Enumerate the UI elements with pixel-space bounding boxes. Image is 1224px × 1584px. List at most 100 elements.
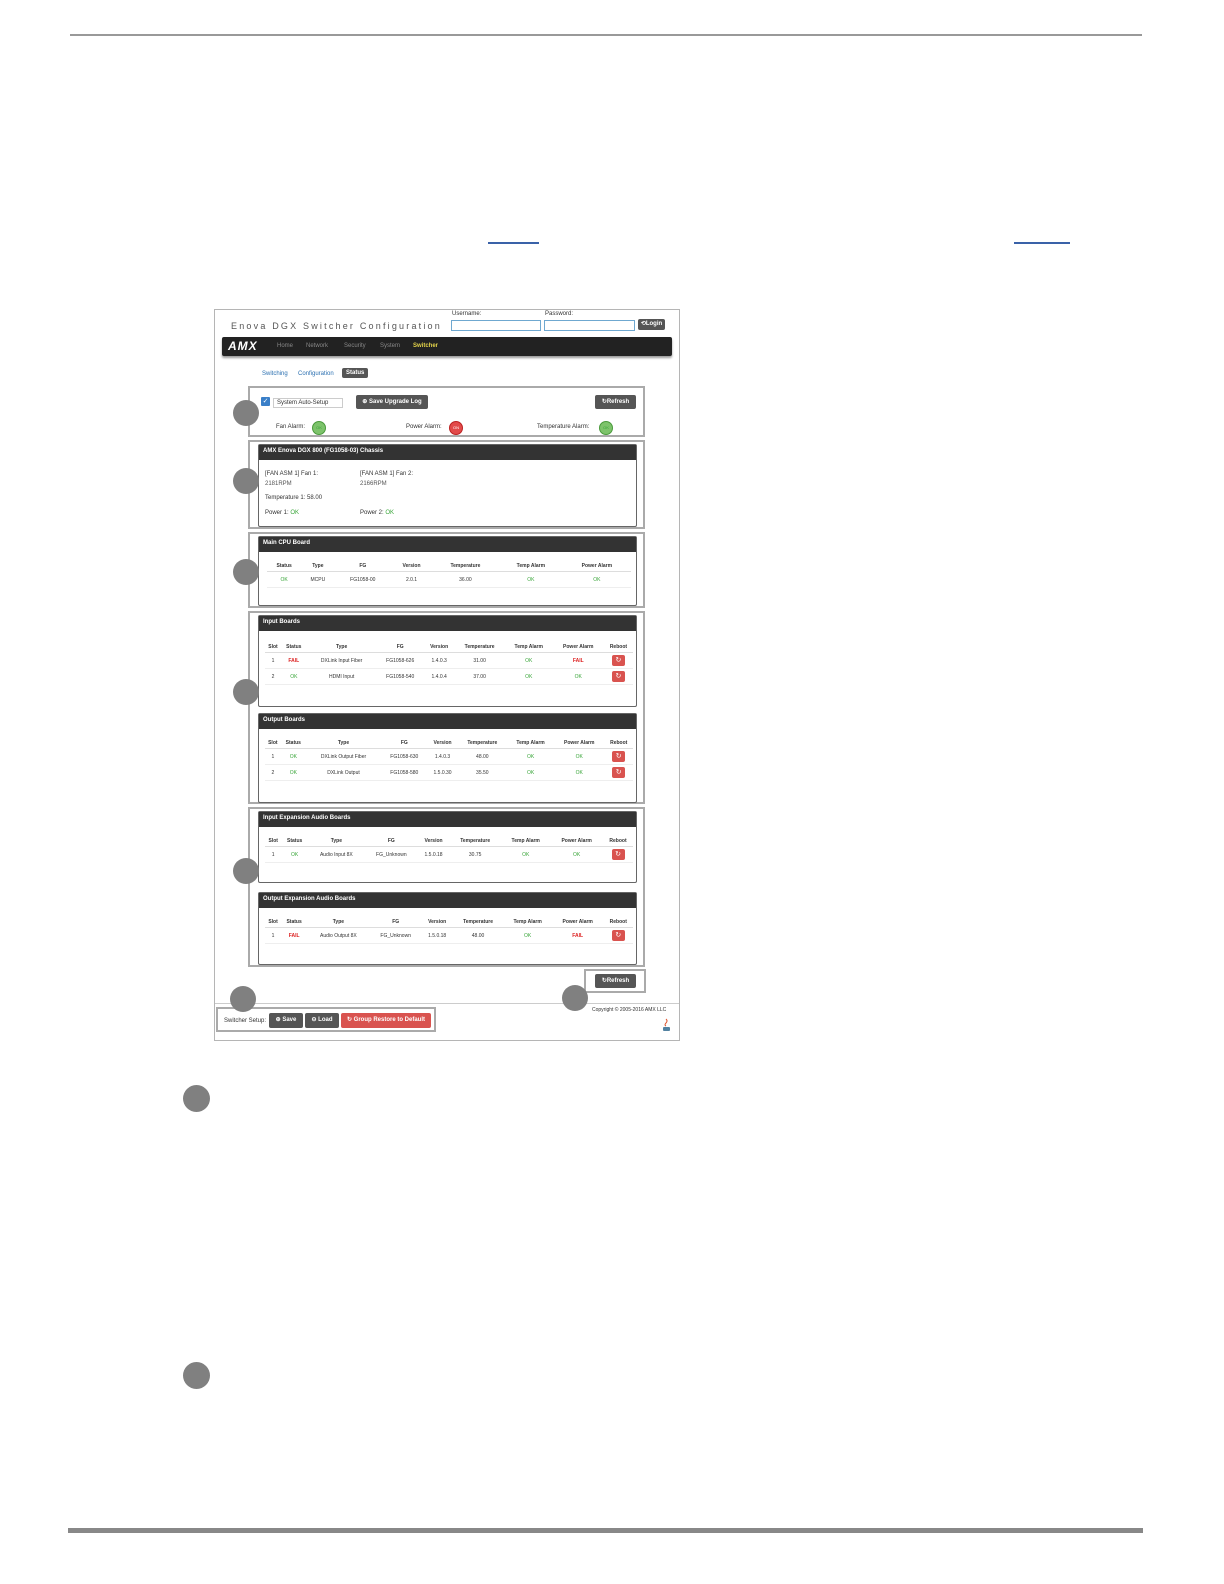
io-boards-section: Input Boards Slot Status Type FG Version Temp…: [248, 611, 645, 804]
table-cell: DXLink Input Fiber: [306, 652, 377, 669]
nav-home[interactable]: Home: [277, 343, 293, 349]
column-header: Type: [305, 738, 382, 749]
input-boards-panel: Input Boards Slot Status Type FG Version Temp…: [258, 615, 637, 707]
switcher-status-screenshot: Enova DGX Switcher Configuration Usernam…: [214, 309, 680, 1041]
refresh-button[interactable]: ↻Refresh: [595, 395, 636, 409]
table-header-row: Slot Status Type FG Version Temperature Temp A…: [265, 738, 633, 749]
switcher-setup-frame: Switcher Setup: ⊕ Save ⊖ Load ↻ Group Re…: [216, 1007, 436, 1032]
column-header: Status: [280, 738, 306, 749]
output-boards-panel: Output Boards Slot Status Type FG Version Tem…: [258, 713, 637, 803]
reboot-button[interactable]: ↻: [611, 671, 625, 682]
reboot-button[interactable]: ↻: [611, 849, 625, 860]
password-label: Password:: [545, 311, 574, 317]
table-cell: HDMI Input: [306, 668, 377, 685]
callout-marker: [233, 679, 259, 705]
login-button[interactable]: ⟲Login: [638, 319, 665, 330]
table-cell: 48.00: [452, 927, 504, 944]
table-cell: DXLink Output: [305, 764, 382, 781]
fan1-value: 2181RPM: [265, 481, 292, 487]
nav-network[interactable]: Network: [306, 343, 328, 349]
column-header: Temp Alarm: [507, 738, 555, 749]
column-header: Temperature: [431, 561, 500, 572]
save-button[interactable]: ⊕ Save: [269, 1013, 303, 1028]
table-row: 1 FAIL Audio Output 8X FG_Unknown 1.5.0.18 48…: [265, 927, 633, 944]
table-cell: 1: [265, 748, 281, 765]
column-header: Version: [427, 738, 458, 749]
table-cell: 2: [265, 764, 281, 781]
column-header: Type: [307, 836, 365, 847]
reboot-button[interactable]: ↻: [612, 751, 626, 762]
table-cell: 1: [265, 846, 282, 863]
reboot-button[interactable]: ↻: [611, 930, 625, 941]
nav-system[interactable]: System: [380, 343, 400, 349]
table-cell: OK: [554, 764, 605, 781]
table-cell: 30.75: [449, 846, 502, 863]
input-audio-table: Slot Status Type FG Version Temperature Temp A…: [265, 836, 633, 863]
table-header-row: Slot Status Type FG Version Temperature Temp A…: [265, 642, 633, 653]
reboot-button[interactable]: ↻: [611, 655, 625, 666]
group-restore-button[interactable]: ↻ Group Restore to Default: [341, 1013, 431, 1028]
callout-marker: [233, 559, 259, 585]
table-cell: OK: [499, 571, 563, 588]
table-cell: FG1058-580: [381, 764, 428, 781]
column-header: Type: [306, 642, 377, 653]
output-audio-panel: Output Expansion Audio Boards Slot Status…: [258, 892, 637, 965]
doc-link-underline[interactable]: [1014, 242, 1070, 244]
column-header: Temperature: [454, 642, 505, 653]
tab-status[interactable]: Status: [342, 368, 369, 378]
column-header: Reboot: [603, 917, 633, 928]
table-cell: 2.0.1: [391, 571, 432, 588]
input-boards-title: Input Boards: [259, 616, 636, 631]
bottom-refresh-button[interactable]: ↻Refresh: [595, 974, 636, 988]
reboot-button[interactable]: ↻: [612, 767, 626, 778]
username-label: Username:: [452, 311, 482, 317]
table-cell: 1.5.0.18: [421, 927, 453, 944]
load-button[interactable]: ⊖ Load: [305, 1013, 339, 1028]
reboot-cell: ↻: [604, 764, 633, 781]
nav-security[interactable]: Security: [344, 343, 366, 349]
amx-logo: AMX: [228, 339, 258, 353]
column-header: Reboot: [603, 642, 633, 653]
doc-link-underline[interactable]: [488, 242, 539, 244]
chassis-temperature: Temperature 1: 58.00: [265, 495, 323, 501]
system-alarm-section: ✓ System Auto-Setup ⊕ Save Upgrade Log ↻…: [248, 386, 645, 437]
table-row: 1 OK Audio Input 8X FG_Unknown 1.5.0.18 30.75…: [265, 846, 633, 863]
table-cell: FG1058-00: [334, 571, 392, 588]
table-cell: 2: [265, 668, 281, 685]
password-input[interactable]: [544, 320, 635, 331]
column-header: Slot: [265, 917, 282, 928]
save-upgrade-log-button[interactable]: ⊕ Save Upgrade Log: [356, 395, 428, 409]
switcher-setup-label: Switcher Setup:: [224, 1018, 267, 1024]
table-cell: 1.5.0.30: [427, 764, 458, 781]
table-cell: OK: [504, 668, 553, 685]
bottom-refresh-frame: ↻Refresh: [584, 969, 646, 993]
table-header-row: Slot Status Type FG Version Temperature Temp A…: [265, 917, 633, 928]
table-cell: FAIL: [281, 927, 308, 944]
top-navbar: AMX Home Network Security System Switche…: [222, 337, 672, 356]
nav-switcher[interactable]: Switcher: [413, 343, 438, 349]
table-cell: OK: [507, 748, 555, 765]
table-cell: 1.4.0.3: [427, 748, 458, 765]
column-header: Temp Alarm: [503, 917, 552, 928]
table-cell: OK: [281, 846, 308, 863]
table-cell: FG1058-540: [376, 668, 424, 685]
cpu-board-panel: Main CPU Board Status Type FG Version Temper…: [258, 536, 637, 606]
column-header: Slot: [265, 836, 282, 847]
table-cell: MCPU: [301, 571, 335, 588]
table-cell: OK: [550, 846, 604, 863]
callout-marker: [230, 986, 256, 1012]
column-header: Status: [281, 836, 308, 847]
reboot-cell: ↻: [603, 652, 633, 669]
page-top-rule: [70, 34, 1142, 36]
fan-alarm-indicator: OK: [312, 421, 326, 435]
power2-status: Power 2: OK: [360, 510, 395, 516]
table-cell: FG_Unknown: [369, 927, 422, 944]
table-cell: 1: [265, 927, 282, 944]
column-header: Status: [281, 917, 308, 928]
tab-switching[interactable]: Switching: [262, 371, 288, 377]
tab-configuration[interactable]: Configuration: [298, 371, 334, 377]
auto-setup-checkbox[interactable]: ✓: [261, 397, 270, 406]
username-input[interactable]: [451, 320, 541, 331]
temperature-alarm-indicator: OK: [599, 421, 613, 435]
column-header: Temp Alarm: [499, 561, 563, 572]
